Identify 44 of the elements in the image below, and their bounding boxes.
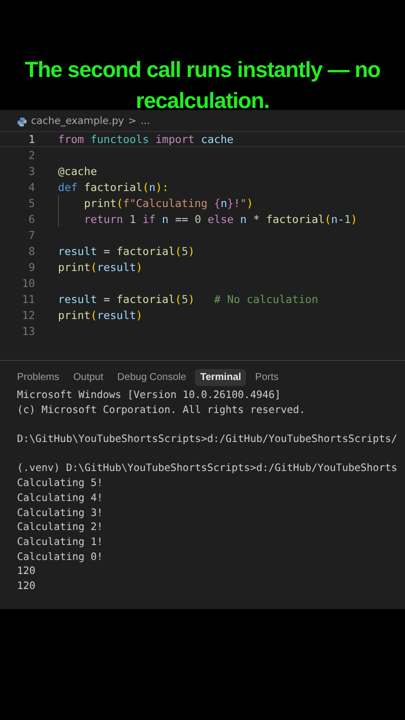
- terminal-line: D:\GitHub\YouTubeShortsScripts>d:/GitHub/YouTubeShortsScripts/: [17, 433, 398, 448]
- panel-tab[interactable]: Problems: [12, 369, 64, 386]
- code-line: from functools import cache: [58, 132, 234, 146]
- terminal-line: (c) Microsoft Corporation. All rights reserved.: [17, 404, 306, 418]
- line-number: 12: [20, 308, 35, 322]
- line-number: 11: [20, 292, 35, 306]
- terminal-line: (.venv) D:\GitHub\YouTubeShortsScripts>d:/GitHub/YouTubeShorts: [17, 462, 398, 476]
- panel-tab[interactable]: Terminal: [195, 369, 246, 386]
- code-line: return 1 if n == 0 else n * factorial(n-1): [84, 212, 358, 226]
- caption: The second call runs instantly — no recalculation.: [24, 56, 382, 115]
- line-number: 1: [27, 132, 35, 146]
- line-number: 2: [27, 148, 35, 162]
- line-number: 13: [20, 324, 35, 338]
- code-line: print(result): [58, 308, 143, 322]
- line-number: 8: [27, 244, 35, 258]
- line-number: 7: [27, 228, 35, 242]
- terminal-line: Calculating 0!: [17, 550, 104, 565]
- terminal-line: Calculating 1!: [17, 536, 104, 550]
- panel-tab[interactable]: Debug Console: [112, 369, 192, 386]
- breadcrumb-more[interactable]: ...: [140, 116, 150, 127]
- terminal-line: Calculating 2!: [17, 521, 104, 536]
- terminal-line: 120: [17, 565, 36, 580]
- line-number: 4: [27, 180, 35, 194]
- breadcrumb-file[interactable]: cache_example.py: [31, 116, 124, 127]
- code-line: result = factorial(5): [58, 244, 195, 258]
- line-number: 9: [27, 260, 35, 274]
- code-line: result = factorial(5) # No calculation: [58, 292, 318, 306]
- terminal-line: 120: [17, 580, 36, 594]
- line-number: 10: [20, 276, 35, 290]
- line-number: 6: [27, 212, 35, 226]
- terminal-line: Calculating 4!: [17, 492, 104, 506]
- breadcrumb-separator: >: [128, 116, 136, 127]
- panel-tab[interactable]: Output: [68, 369, 108, 386]
- terminal-line: Calculating 5!: [17, 477, 104, 492]
- line-number: 3: [27, 164, 35, 178]
- code-line: def factorial(n):: [58, 180, 169, 194]
- line-number: 5: [27, 196, 35, 210]
- terminal-line: Calculating 3!: [17, 506, 104, 520]
- python-icon: [17, 116, 27, 126]
- panel-tab[interactable]: Ports: [250, 369, 284, 386]
- code-line: @cache: [58, 164, 98, 178]
- code-line: print(result): [58, 260, 143, 274]
- code-line: print(f"Calculating {n}!"): [84, 196, 254, 210]
- terminal-line: Microsoft Windows [Version 10.0.26100.4946]: [17, 389, 282, 403]
